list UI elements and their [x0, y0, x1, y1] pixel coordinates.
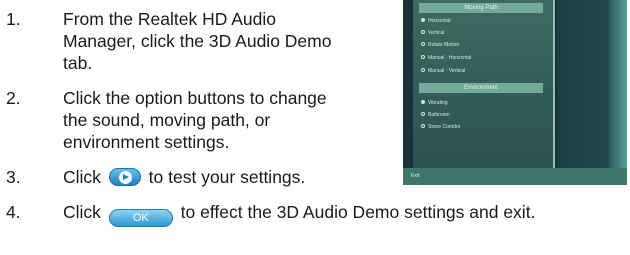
step-text: Click OK to effect the 3D Audio Demo set… — [63, 201, 535, 227]
step-text: Click the option buttons to change the s… — [63, 88, 327, 152]
ok-button-icon: OK — [108, 209, 173, 227]
step-text: Click to test your settings. — [63, 166, 305, 188]
radio-option[interactable]: Vibrating — [421, 99, 448, 107]
radio-option[interactable]: Bathroom — [421, 111, 450, 119]
step-number: 3. — [6, 167, 21, 187]
exit-button[interactable]: Exit — [411, 173, 419, 179]
step-1: 1. From the Realtek HD Audio Manager, cl… — [6, 8, 346, 74]
radio-option[interactable]: Stone Corridor — [421, 123, 461, 131]
radio-option[interactable]: Manual - Horizontal — [421, 54, 471, 62]
bottom-bar: Exit — [403, 168, 627, 185]
environment-header: Environment — [419, 83, 543, 93]
radio-option[interactable]: Manual - Vertical — [421, 67, 465, 75]
step-number: 4. — [6, 202, 21, 222]
radio-option[interactable]: Vertical — [421, 29, 444, 37]
moving-path-header: Moving Path — [419, 3, 543, 13]
audio-manager-screenshot: Moving Path Horizontal Vertical Rotate M… — [403, 0, 627, 185]
radio-option[interactable]: Rotate Motion — [421, 41, 459, 49]
step-4: 4. Click OK to effect the 3D Audio Demo … — [6, 201, 626, 227]
step-2: 2. Click the option buttons to change th… — [6, 87, 346, 153]
demo-display-area — [557, 0, 627, 168]
play-icon — [108, 168, 141, 186]
step-text-before: Click — [63, 167, 101, 187]
radio-option[interactable]: Horizontal — [421, 17, 451, 25]
step-text: From the Realtek HD Audio Manager, click… — [63, 9, 332, 73]
step-number: 1. — [6, 9, 21, 29]
step-text-after: to test your settings. — [148, 167, 306, 187]
step-3: 3. Click to test your settings. — [6, 166, 426, 190]
step-number: 2. — [6, 88, 21, 108]
step-text-after: to effect the 3D Audio Demo settings and… — [180, 202, 536, 222]
settings-panel: Moving Path Horizontal Vertical Rotate M… — [413, 0, 555, 168]
step-text-before: Click — [63, 202, 101, 222]
